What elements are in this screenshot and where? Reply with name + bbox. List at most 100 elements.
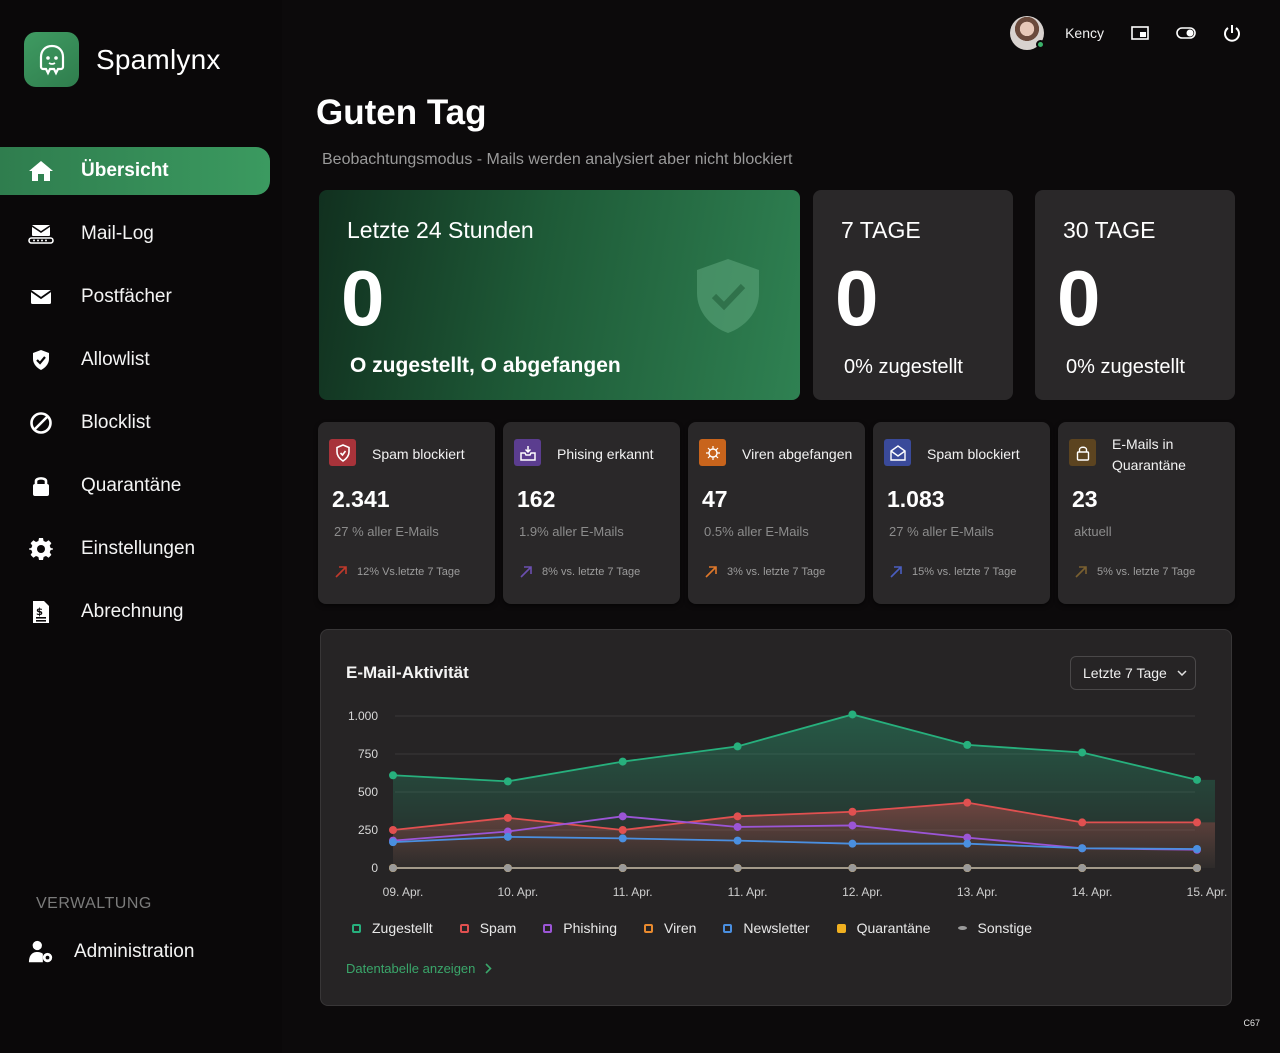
shield-check-icon	[28, 347, 54, 373]
card-subtext: O zugestellt, O abgefangen	[350, 354, 621, 377]
sidebar-item-uebersicht[interactable]: Übersicht	[0, 147, 270, 195]
link-text: Datentabelle anzeigen	[346, 961, 476, 976]
stat-label: E-Mails in Quarantäne	[1112, 436, 1186, 473]
data-point-zugestellt	[389, 771, 397, 780]
sidebar-item-abrechnung[interactable]: $ Abrechnung	[0, 588, 270, 636]
data-point-phishing	[848, 821, 857, 830]
user-name[interactable]: Kency	[1065, 25, 1104, 41]
sidebar-item-label: Abrechnung	[81, 601, 184, 622]
legend-label: Viren	[663, 920, 697, 936]
legend-item-phishing[interactable]: Phishing	[543, 920, 617, 936]
stat-trend: 3% vs. letzte 7 Tage	[705, 565, 825, 578]
stat-label: Phising erkannt	[557, 446, 654, 462]
data-point-sonstige	[848, 864, 857, 872]
padlock-icon	[1069, 439, 1096, 466]
summary-card-24h: Letzte 24 Stunden 0 O zugestellt, O abge…	[319, 190, 800, 400]
y-tick-label: 750	[358, 747, 378, 761]
legend-item-quarantäne[interactable]: Quarantäne	[836, 920, 931, 936]
home-icon	[28, 158, 54, 184]
gear-icon	[28, 536, 54, 562]
x-tick-label: 09. Apr.	[383, 885, 424, 899]
legend-item-sonstige[interactable]: Sonstige	[957, 920, 1032, 936]
stat-trend: 5% vs. letzte 7 Tage	[1075, 565, 1195, 578]
card-title: Letzte 24 Stunden	[347, 217, 534, 243]
data-point-spam	[963, 798, 972, 807]
data-point-zugestellt	[733, 742, 742, 751]
data-point-sonstige	[1193, 864, 1201, 872]
legend-item-zugestellt[interactable]: Zugestellt	[352, 920, 433, 936]
data-point-spam	[1193, 818, 1201, 827]
data-point-newsletter	[503, 832, 512, 841]
stat-card-phishing[interactable]: Phising erkannt 162 1.9% aller E-Mails 8…	[503, 422, 680, 604]
sidebar-item-quarantaene[interactable]: Quarantäne	[0, 462, 270, 510]
show-data-table-link[interactable]: Datentabelle anzeigen	[346, 961, 493, 976]
legend-item-newsletter[interactable]: Newsletter	[723, 920, 810, 936]
avatar[interactable]	[1010, 16, 1046, 50]
card-subtext: 0% zugestellt	[844, 356, 963, 378]
sidebar-item-einstellungen[interactable]: Einstellungen	[0, 525, 270, 573]
data-point-zugestellt	[618, 757, 627, 766]
sidebar-item-label: Einstellungen	[81, 538, 196, 559]
stat-trend-text: 8% vs. letzte 7 Tage	[542, 565, 641, 578]
data-point-sonstige	[1078, 864, 1087, 872]
legend-swatch	[643, 923, 653, 933]
data-point-newsletter	[1193, 845, 1201, 853]
data-point-newsletter	[733, 836, 742, 845]
email-activity-panel: E-Mail-Aktivität Letzte 7 Tage 0 250 500 75…	[320, 629, 1232, 1006]
data-point-sonstige	[733, 864, 742, 872]
legend-swatch	[352, 923, 361, 933]
page-title: Guten Tag	[316, 93, 487, 132]
data-point-spam	[618, 826, 627, 834]
stat-value: 47	[702, 486, 728, 512]
envelope-icon	[28, 284, 54, 310]
card-title: 30 TAGE	[1063, 217, 1156, 243]
stat-card-spam-2[interactable]: Spam blockiert 1.083 27 % aller E-Mails …	[873, 422, 1050, 604]
sidebar-item-allowlist[interactable]: Allowlist	[0, 336, 270, 384]
data-point-zugestellt	[1078, 748, 1087, 757]
page-subtitle: Beobachtungsmodus - Mails werden analysi…	[322, 151, 793, 168]
brand[interactable]: Spamlynx	[24, 32, 221, 87]
stat-percentage: 1.9% aller E-Mails	[519, 524, 624, 539]
stat-label: Spam blockiert	[927, 446, 1020, 462]
data-point-spam	[503, 813, 512, 822]
sidebar-item-postfaecher[interactable]: Postfächer	[0, 273, 270, 321]
legend-item-spam[interactable]: Spam	[459, 920, 517, 936]
chart-legend: Zugestellt Spam Phishing Viren Newsletter Qua…	[352, 920, 1059, 936]
trend-arrow-icon	[1075, 566, 1087, 578]
data-point-newsletter	[1078, 844, 1087, 853]
legend-item-viren[interactable]: Viren	[643, 920, 697, 936]
stat-trend: 8% vs. letzte 7 Tage	[520, 565, 640, 578]
data-point-spam	[1078, 818, 1087, 827]
sidebar-item-label: Mail-Log	[81, 223, 154, 244]
sidebar-item-blocklist[interactable]: Blocklist	[0, 399, 270, 447]
sidebar-item-label: Blocklist	[81, 412, 151, 433]
toggle-icon[interactable]	[1176, 23, 1196, 43]
sidebar-item-label: Administration	[74, 941, 195, 962]
stat-card-viren[interactable]: Viren abgefangen 47 0.5% aller E-Mails 3…	[688, 422, 865, 604]
shield-alert-icon	[329, 439, 356, 466]
chevron-right-icon	[485, 963, 493, 974]
summary-card-7-tage: 7 TAGE 0 0% zugestellt	[813, 190, 1013, 400]
sidebar-item-label: Übersicht	[81, 160, 169, 181]
data-point-newsletter	[963, 839, 972, 848]
summary-card-30-tage: 30 TAGE 0 0% zugestellt	[1035, 190, 1235, 400]
data-point-spam	[733, 812, 742, 821]
x-tick-label: 10. Apr.	[498, 885, 539, 899]
mail-log-icon	[28, 221, 54, 247]
sidebar-item-label: Postfächer	[81, 286, 172, 307]
data-point-sonstige	[389, 864, 397, 872]
sidebar-item-mail-log[interactable]: Mail-Log	[0, 210, 270, 258]
sidebar-item-administration[interactable]: Administration	[28, 930, 194, 974]
stat-card-spam[interactable]: Spam blockiert 2.341 27 % aller E-Mails …	[318, 422, 495, 604]
stat-trend-text: 5% vs. letzte 7 Tage	[1097, 565, 1196, 578]
stat-value: 23	[1072, 486, 1098, 512]
stat-card-quarantaene[interactable]: E-Mails in Quarantäne 23 aktuell 5% vs. …	[1058, 422, 1235, 604]
cast-icon[interactable]	[1130, 23, 1150, 43]
online-status-dot	[1036, 40, 1046, 49]
power-icon[interactable]	[1222, 23, 1242, 43]
stat-label: Spam blockiert	[372, 446, 465, 462]
mail-open-icon	[884, 439, 911, 466]
legend-label: Spam	[479, 920, 517, 936]
data-point-sonstige	[503, 864, 512, 872]
data-point-spam	[389, 826, 397, 834]
